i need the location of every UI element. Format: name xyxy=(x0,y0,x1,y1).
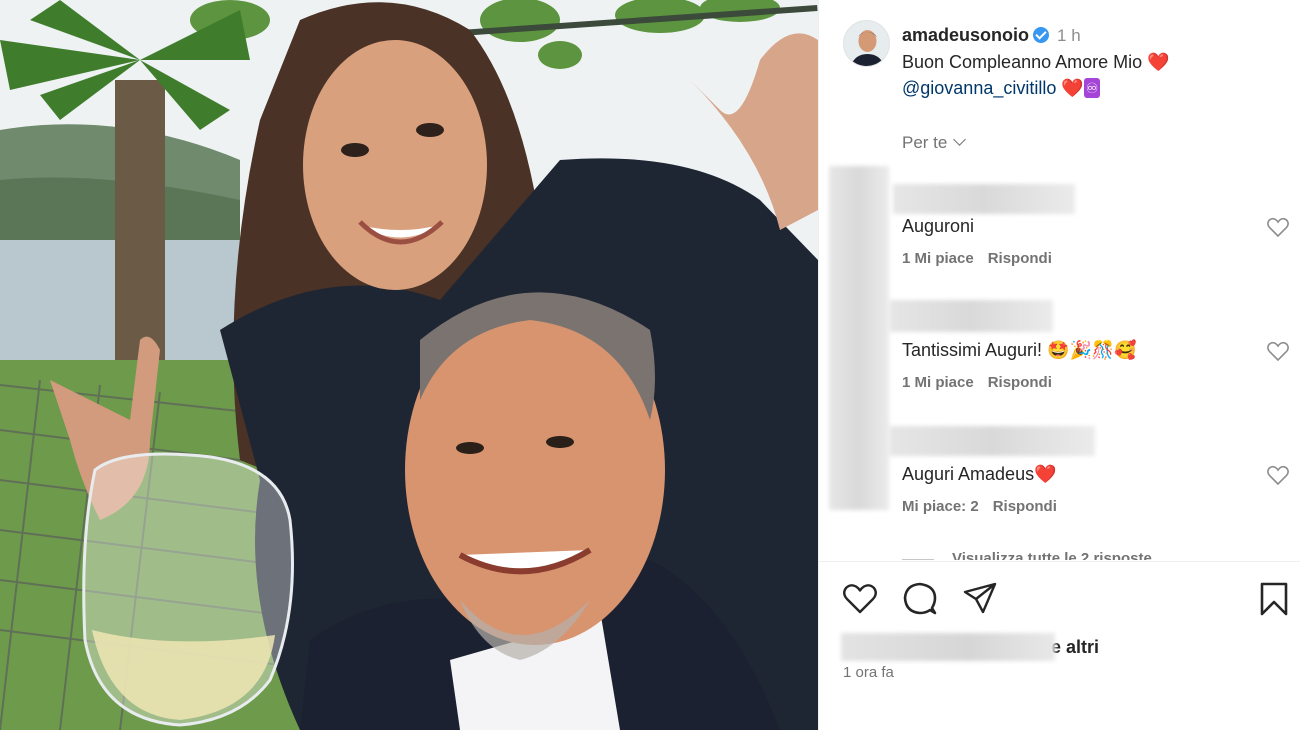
view-replies-link[interactable]: Visualizza tutte le 2 risposte xyxy=(952,548,1152,560)
comment-text: Tantissimi Auguri! 🤩🎉🎊🥰 xyxy=(902,340,1137,360)
caption-text: Buon Compleanno Amore Mio xyxy=(902,52,1143,72)
comment-meta: 1 Mi piace Rispondi xyxy=(902,250,1262,267)
like-heart-icon[interactable] xyxy=(841,580,879,618)
comment-text: Auguroni xyxy=(902,216,975,236)
comment-bubble-icon[interactable] xyxy=(901,580,939,618)
comment-likes[interactable]: 1 Mi piace xyxy=(902,250,974,267)
photo-illustration xyxy=(0,0,818,730)
mention-link[interactable]: @giovanna_civitillo xyxy=(902,78,1056,98)
blurred-likers xyxy=(841,633,1055,661)
comment-meta: 1 Mi piace Rispondi xyxy=(902,374,1262,391)
avatar-image xyxy=(844,21,889,66)
reply-button[interactable]: Rispondi xyxy=(988,250,1052,267)
heart-emoji-icon: ❤️ xyxy=(1061,78,1084,98)
comment-item: Auguri Amadeus❤️ Mi piace: 2 Rispondi xyxy=(902,462,1262,515)
section-divider xyxy=(819,561,1300,562)
comment-like-heart-icon[interactable] xyxy=(1266,464,1290,486)
profile-avatar[interactable] xyxy=(843,20,890,67)
comment-like-heart-icon[interactable] xyxy=(1266,340,1290,362)
posted-time: 1 ora fa xyxy=(843,664,894,681)
comment-meta: Mi piace: 2 Rispondi xyxy=(902,498,1262,515)
infinity-emoji-icon: ♾ xyxy=(1083,78,1101,98)
comment-item: Auguroni 1 Mi piace Rispondi xyxy=(902,214,1262,267)
likes-suffix: e altri xyxy=(1051,637,1100,657)
post-side-panel: amadeusonoio 1 h Buon Compleanno Amore Mi… xyxy=(818,0,1300,730)
post-photo[interactable] xyxy=(0,0,818,730)
blurred-username xyxy=(893,184,1075,214)
likes-summary[interactable]: e altri xyxy=(841,633,1099,661)
share-send-icon[interactable] xyxy=(961,580,999,618)
comment-item: Tantissimi Auguri! 🤩🎉🎊🥰 1 Mi piace Rispon… xyxy=(902,338,1262,391)
blurred-username xyxy=(889,426,1095,456)
comment-likes[interactable]: 1 Mi piace xyxy=(902,374,974,391)
blurred-avatars xyxy=(829,166,889,510)
verified-badge-icon xyxy=(1033,27,1050,43)
comment-text: Auguri Amadeus❤️ xyxy=(902,464,1057,484)
chevron-down-icon xyxy=(953,133,967,146)
post-caption: amadeusonoio 1 h Buon Compleanno Amore Mi… xyxy=(902,22,1282,101)
replies-divider xyxy=(902,559,934,560)
reply-button[interactable]: Rispondi xyxy=(993,498,1057,515)
comment-sort-dropdown[interactable]: Per te xyxy=(902,133,967,153)
post-time[interactable]: 1 h xyxy=(1057,26,1081,45)
post-username[interactable]: amadeusonoio xyxy=(902,25,1029,45)
reply-button[interactable]: Rispondi xyxy=(988,374,1052,391)
bookmark-save-icon[interactable] xyxy=(1255,580,1293,618)
post-action-bar xyxy=(841,580,1288,620)
comment-like-heart-icon[interactable] xyxy=(1266,216,1290,238)
heart-emoji-icon: ❤️ xyxy=(1147,52,1170,72)
comment-sort-label: Per te xyxy=(902,133,948,152)
blurred-username xyxy=(889,300,1053,332)
comment-likes[interactable]: Mi piace: 2 xyxy=(902,498,979,515)
